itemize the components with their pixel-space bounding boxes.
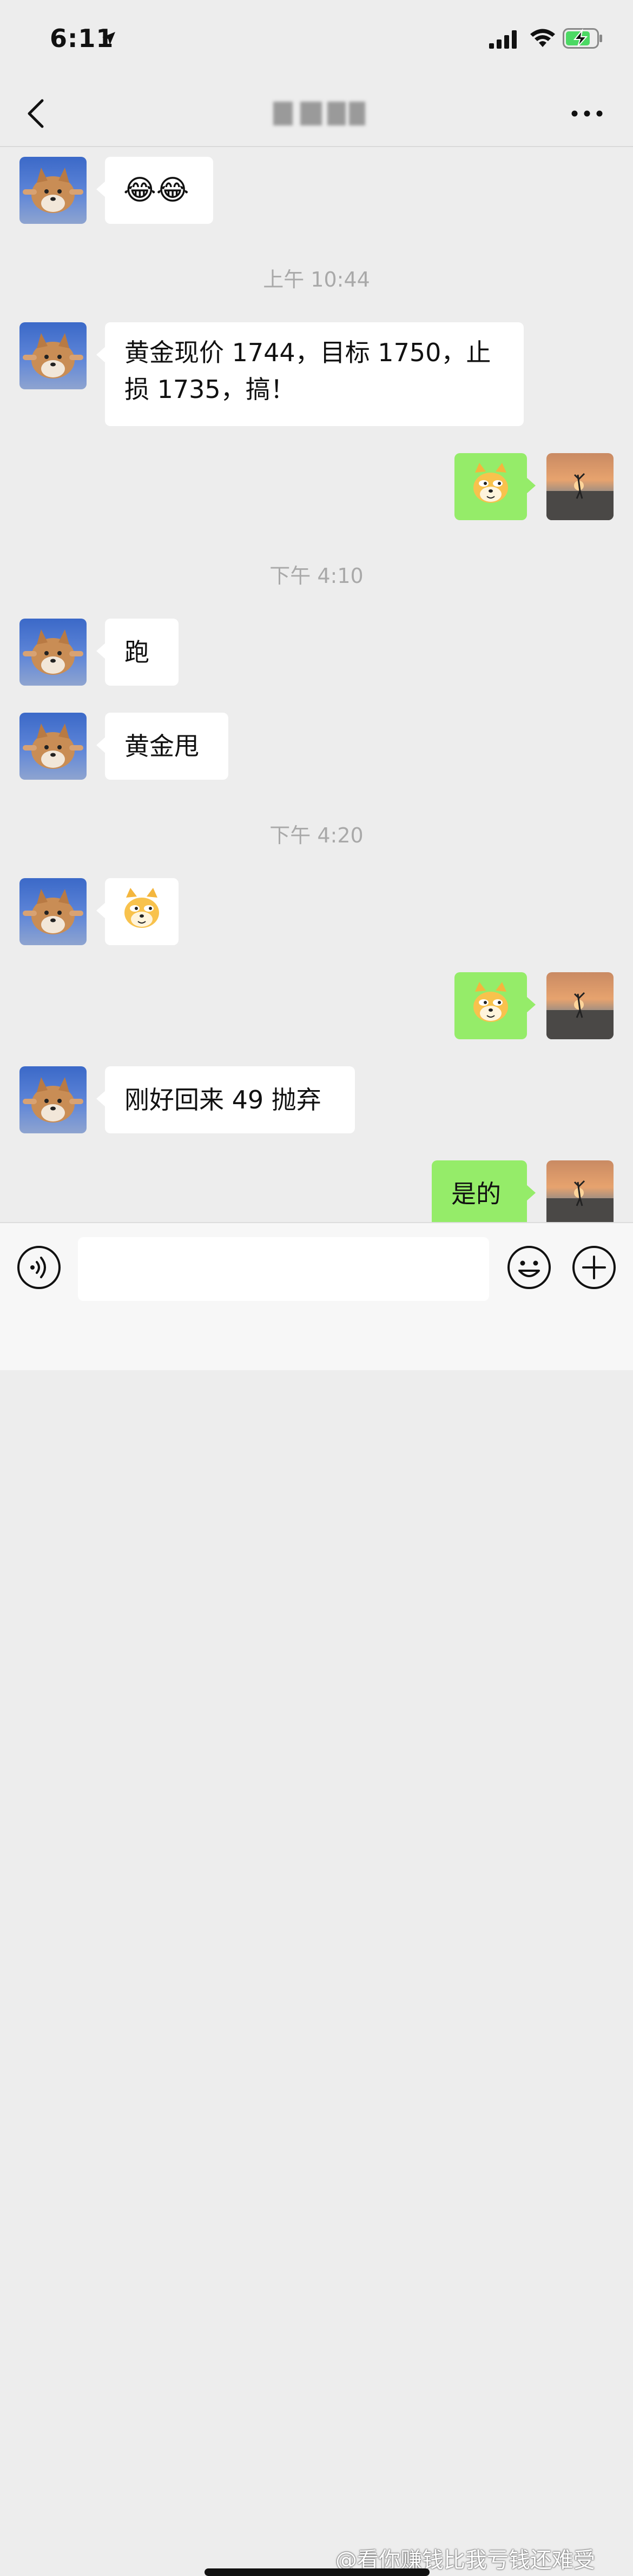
status-bar: 6:11 [0, 0, 633, 81]
contact-name [262, 97, 371, 130]
plus-icon[interactable] [571, 1245, 617, 1290]
message-bubble-outgoing[interactable] [454, 453, 536, 520]
name-blur [349, 102, 365, 125]
contact-avatar[interactable] [19, 713, 87, 780]
name-blur [327, 102, 346, 125]
message-list[interactable]: 😂😂 上午 10:44 黄金现价 1744，目标 1750，止 损 1735，搞… [0, 147, 633, 1222]
beach-avatar-image [546, 473, 614, 520]
message-emoji: 😂😂 [123, 174, 189, 207]
back-chevron-icon[interactable] [23, 96, 50, 131]
contact-avatar[interactable] [19, 1066, 87, 1133]
message-text-line: 黄金甩 [124, 732, 199, 761]
timestamp: 下午 4:10 [269, 564, 364, 588]
message-input[interactable] [78, 1237, 489, 1301]
contact-avatar[interactable] [19, 157, 87, 224]
timestamp: 上午 10:44 [263, 268, 370, 291]
message-text-line: 是的 [451, 1179, 501, 1209]
my-avatar[interactable] [546, 453, 614, 520]
message-bubble-incoming[interactable]: 😂😂 [96, 157, 213, 224]
name-blur [273, 102, 293, 125]
dog-avatar-image [23, 889, 83, 934]
contact-avatar[interactable] [19, 878, 87, 945]
wifi-icon [530, 29, 555, 47]
dog-avatar-image [23, 168, 83, 213]
message-text-line: 跑 [124, 638, 149, 667]
doge-sticker-icon [473, 982, 508, 1022]
dog-avatar-image [23, 1077, 83, 1123]
name-blur [300, 102, 322, 125]
timestamp: 下午 4:20 [269, 824, 364, 847]
dog-avatar-image [23, 723, 83, 769]
dog-avatar-image [23, 333, 83, 379]
beach-avatar-image [546, 1180, 614, 1222]
message-bubble-incoming[interactable]: 黄金甩 [96, 713, 228, 780]
input-toolbar: @看你赚钱比我亏钱还难受 [0, 1222, 633, 2576]
doge-sticker-icon [124, 888, 159, 928]
beach-avatar-image [546, 992, 614, 1039]
message-text-line: 刚好回来 49 抛弃 [124, 1085, 321, 1114]
message-bubble-incoming[interactable]: 刚好回来 49 抛弃 [96, 1066, 355, 1133]
message-text-line: 损 1735，搞！ [124, 375, 295, 404]
dog-avatar-image [23, 629, 83, 675]
message-bubble-incoming[interactable] [96, 878, 179, 945]
message-bubble-outgoing[interactable]: 是的 [432, 1160, 536, 1222]
emoji-icon[interactable] [506, 1245, 552, 1290]
contact-avatar[interactable] [19, 619, 87, 686]
contact-avatar[interactable] [19, 322, 87, 389]
cellular-signal-icon [489, 30, 517, 49]
message-bubble-incoming[interactable]: 黄金现价 1744，目标 1750，止 损 1735，搞！ [96, 322, 524, 426]
voice-input-icon[interactable] [16, 1245, 62, 1290]
message-text-line: 黄金现价 1744，目标 1750，止 [124, 338, 491, 367]
my-avatar[interactable] [546, 1160, 614, 1222]
more-options-icon[interactable] [568, 103, 606, 124]
location-arrow-icon [102, 32, 115, 45]
home-indicator[interactable] [205, 2568, 430, 2576]
message-bubble-outgoing[interactable] [454, 972, 536, 1039]
battery-charging-icon [563, 28, 602, 49]
chat-header [0, 81, 633, 147]
my-avatar[interactable] [546, 972, 614, 1039]
doge-sticker-icon [473, 463, 508, 503]
message-bubble-incoming[interactable]: 跑 [96, 619, 179, 686]
